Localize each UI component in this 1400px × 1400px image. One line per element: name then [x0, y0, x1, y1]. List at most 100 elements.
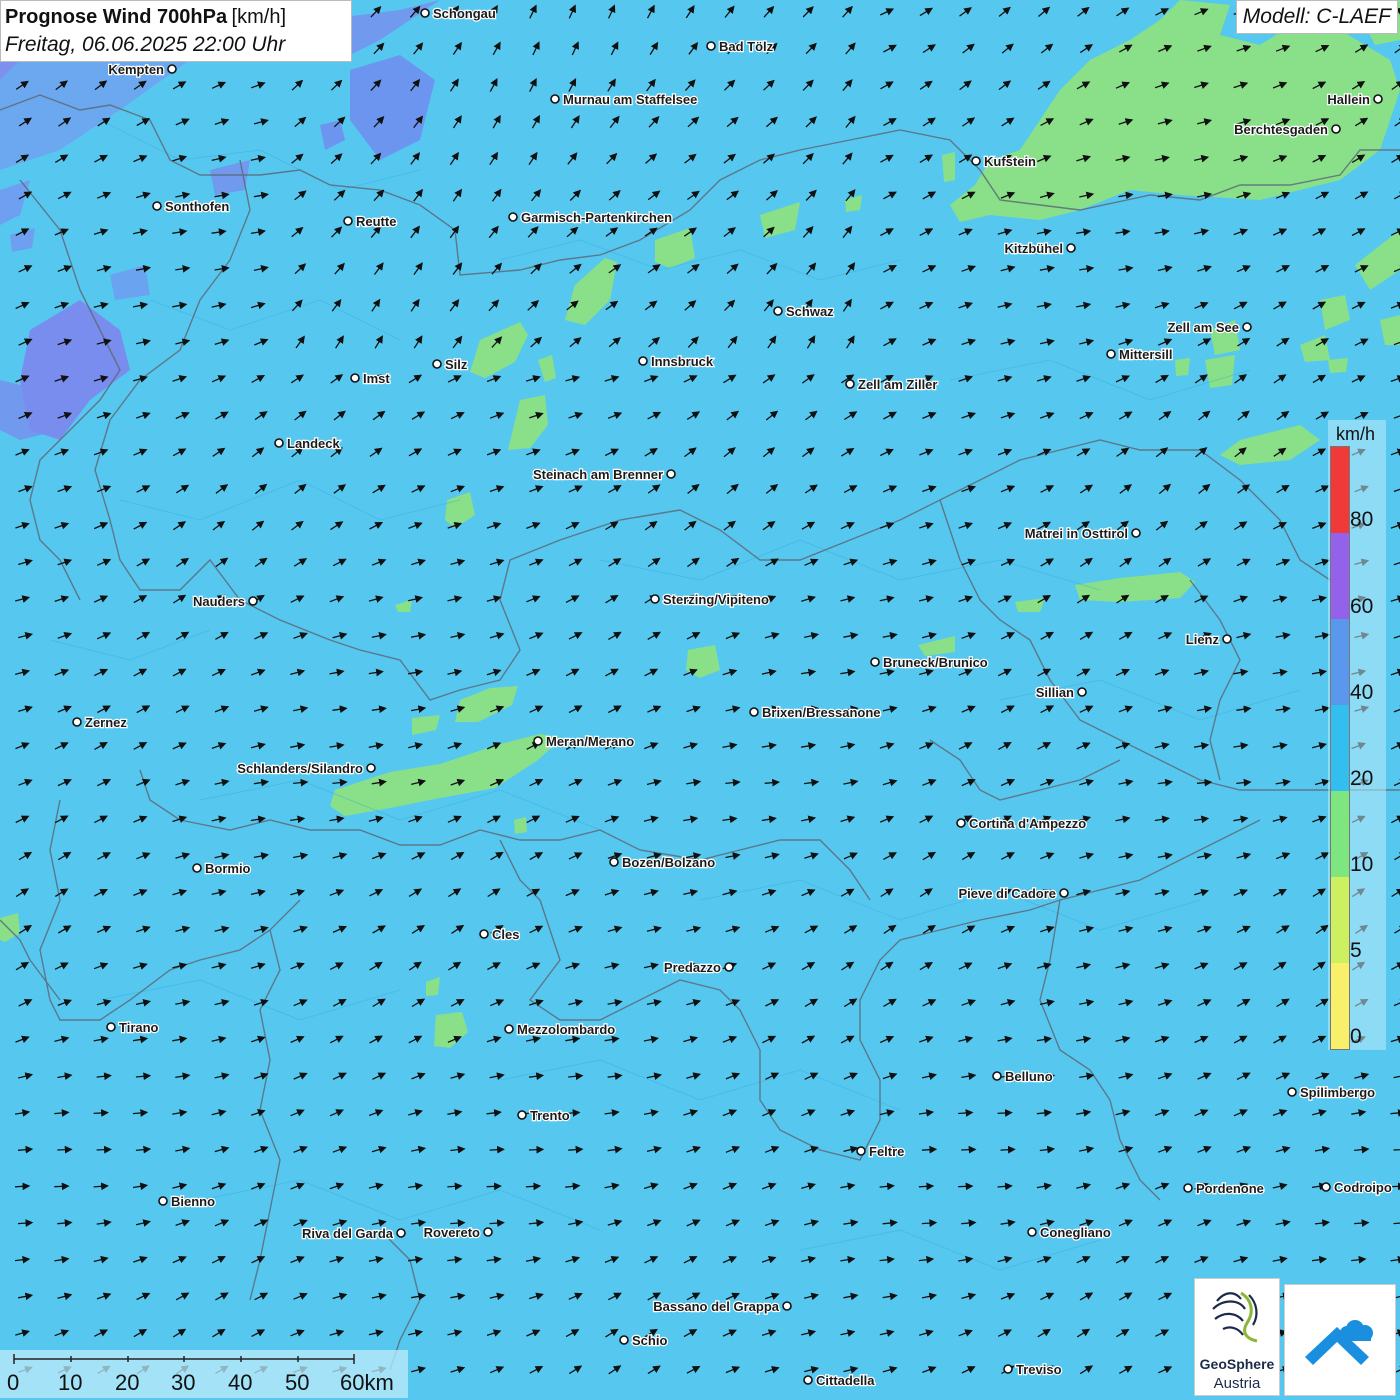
city-label: Treviso — [1016, 1362, 1062, 1377]
city-dot — [956, 818, 966, 828]
city-label: Cittadella — [816, 1373, 875, 1388]
city-label: Spilimbergo — [1300, 1085, 1375, 1100]
map-unit: [km/h] — [231, 6, 286, 28]
city-label: Nauders — [193, 594, 245, 609]
wind-arrow — [918, 1182, 935, 1191]
legend-tick: 40 — [1350, 681, 1374, 704]
city-dot — [1222, 634, 1232, 644]
city-dot — [1287, 1087, 1297, 1097]
legend-segment-60-80 — [1331, 533, 1349, 619]
city-marker[interactable]: Berchtesgaden — [1233, 121, 1341, 138]
city-marker[interactable]: Zell am Ziller — [845, 376, 939, 393]
city-marker[interactable]: Pordenone — [1183, 1180, 1265, 1197]
city-dot — [152, 201, 162, 211]
scale-bar: 0 10 20 30 40 50 60km — [0, 1350, 408, 1398]
city-marker[interactable]: Bassano del Grappa — [652, 1298, 792, 1315]
city-label: Imst — [363, 371, 390, 386]
city-marker[interactable]: Innsbruck — [638, 353, 715, 370]
city-label: Sonthofen — [165, 199, 229, 214]
city-marker[interactable]: Zell am See — [1166, 319, 1252, 336]
city-dot — [845, 379, 855, 389]
city-dot — [724, 962, 734, 972]
legend-tick: 20 — [1350, 767, 1374, 790]
city-dot — [504, 1024, 514, 1034]
legend-segment-10-20 — [1331, 791, 1349, 877]
cloud-arrow-icon — [1305, 1320, 1373, 1365]
city-marker[interactable]: Sonthofen — [152, 198, 231, 215]
city-dot — [483, 1227, 493, 1237]
city-dot — [106, 1022, 116, 1032]
wind-arrow — [93, 1109, 109, 1117]
city-marker[interactable]: Matrei in Osttirol — [1024, 525, 1141, 542]
city-marker[interactable]: Brixen/Bressanone — [749, 704, 882, 721]
city-label: Predazzo — [664, 960, 721, 975]
map-title: Prognose Wind 700hPa — [5, 6, 228, 28]
city-label: Hallein — [1327, 92, 1370, 107]
city-dot — [343, 216, 353, 226]
city-dot — [508, 212, 518, 222]
city-label: Kitzbühel — [1005, 241, 1064, 256]
city-dot — [479, 929, 489, 939]
wind-arrow — [14, 1182, 31, 1191]
wind-arrow — [96, 1145, 112, 1154]
legend-tick: 10 — [1350, 853, 1374, 876]
city-marker[interactable]: Steinach am Brenner — [532, 466, 676, 483]
city-dot — [396, 1228, 406, 1238]
legend-segment-20-40 — [1331, 705, 1349, 791]
city-marker[interactable]: Conegliano — [1027, 1224, 1112, 1241]
city-label: Pieve di Cadore — [958, 886, 1056, 901]
city-dot — [1077, 687, 1087, 697]
city-label: Trento — [530, 1108, 570, 1123]
title-box: Prognose Wind 700hPa [km/h] Freitag, 06.… — [0, 0, 352, 62]
city-label: Bruneck/Brunico — [883, 655, 988, 670]
city-label: Mittersill — [1119, 347, 1172, 362]
city-label: Bad Tölz — [719, 39, 774, 54]
city-marker[interactable]: Cortina d'Ampezzo — [956, 815, 1087, 832]
city-marker[interactable]: Spilimbergo — [1287, 1084, 1376, 1101]
city-marker[interactable]: Riva del Garda — [301, 1225, 406, 1242]
city-dot — [420, 8, 430, 18]
city-dot — [1027, 1227, 1037, 1237]
city-marker[interactable]: Murnau am Staffelsee — [550, 91, 699, 108]
city-marker[interactable]: Schongau — [420, 5, 497, 22]
legend-color-bar — [1330, 446, 1350, 1050]
forecast-datetime: Freitag, 06.06.2025 22:00 Uhr — [5, 33, 286, 56]
city-marker[interactable]: Bruneck/Brunico — [870, 654, 989, 671]
geosphere-emblem-icon — [1212, 1291, 1258, 1343]
wind-map[interactable]: Schongau Bad Tölz Kempten Murnau am Staffel… — [0, 0, 1400, 1400]
city-label: Bormio — [205, 861, 251, 876]
city-marker[interactable]: Garmisch-Partenkirchen — [508, 209, 673, 226]
legend-segment-0-5 — [1331, 963, 1349, 1049]
city-dot — [749, 707, 759, 717]
legend-tick: 80 — [1350, 508, 1374, 531]
geosphere-logo[interactable]: GeoSphere Austria — [1194, 1278, 1280, 1396]
city-marker[interactable]: Bozen/Bolzano — [609, 854, 716, 871]
city-label: Kufstein — [984, 154, 1036, 169]
weather-app-logo[interactable] — [1284, 1284, 1396, 1396]
city-dot — [274, 438, 284, 448]
city-marker[interactable]: Schlanders/Silandro — [236, 760, 376, 777]
city-label: Berchtesgaden — [1234, 122, 1328, 137]
city-marker[interactable]: Meran/Merano — [533, 733, 635, 750]
city-label: Landeck — [287, 436, 341, 451]
city-marker[interactable]: Pieve di Cadore — [957, 885, 1069, 902]
city-dot — [72, 717, 82, 727]
city-dot — [192, 863, 202, 873]
city-dot — [803, 1375, 813, 1385]
wind-arrow — [489, 1145, 505, 1154]
city-label: Feltre — [869, 1144, 904, 1159]
city-label: Schongau — [433, 6, 496, 21]
city-dot — [1003, 1364, 1013, 1374]
city-label: Lienz — [1186, 632, 1220, 647]
city-marker[interactable]: Sterzing/Vipiteno — [650, 591, 770, 608]
city-marker[interactable]: Mezzolombardo — [504, 1021, 616, 1038]
legend-tick: 0 — [1350, 1025, 1362, 1048]
city-dot — [666, 469, 676, 479]
city-label: Rovereto — [424, 1225, 480, 1240]
city-dot — [706, 41, 716, 51]
geosphere-name: GeoSphere — [1199, 1356, 1275, 1372]
city-label: Kempten — [108, 62, 164, 77]
city-dot — [1106, 349, 1116, 359]
city-dot — [1059, 888, 1069, 898]
geosphere-subtitle: Austria — [1213, 1375, 1261, 1392]
